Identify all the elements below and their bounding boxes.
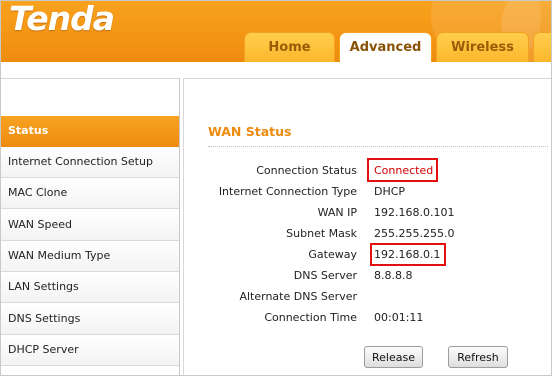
sidebar-item-wan-medium-type[interactable]: WAN Medium Type	[1, 241, 179, 272]
sidebar-item-wan-speed[interactable]: WAN Speed	[1, 210, 179, 241]
sidebar-item-lan-settings[interactable]: LAN Settings	[1, 272, 179, 303]
info-row-alternate-dns-server: Alternate DNS Server	[184, 287, 551, 307]
tab-wireless[interactable]: Wireless	[436, 32, 529, 62]
info-row-gateway: Gateway 192.168.0.1	[184, 245, 551, 265]
sidebar-item-mac-clone[interactable]: MAC Clone	[1, 178, 179, 209]
refresh-button[interactable]: Refresh	[448, 346, 508, 368]
info-label: Internet Connection Type	[218, 185, 357, 198]
info-row-dns-server: DNS Server 8.8.8.8	[184, 266, 551, 286]
tab-wireless-label: Wireless	[451, 40, 514, 55]
sidebar-item-label: MAC Clone	[8, 186, 68, 199]
main-panel: WAN Status Connection Status Connected I…	[183, 78, 551, 375]
info-label: Connection Status	[256, 164, 357, 177]
sidebar-item-internet-connection-setup[interactable]: Internet Connection Setup	[1, 147, 179, 178]
info-value: 255.255.255.0	[374, 227, 455, 240]
sidebar-item-label: DHCP Server	[8, 343, 79, 356]
sidebar-item-dns-settings[interactable]: DNS Settings	[1, 304, 179, 335]
info-row-internet-connection-type: Internet Connection Type DHCP	[184, 182, 551, 202]
info-label: Subnet Mask	[286, 227, 357, 240]
sidebar-menu: Status Internet Connection Setup MAC Clo…	[1, 78, 180, 375]
tenda-logo: Tenda	[9, 0, 115, 38]
info-row-connection-time: Connection Time 00:01:11	[184, 308, 551, 328]
gateway-highlight	[370, 243, 446, 266]
tab-home-label: Home	[268, 40, 311, 55]
sidebar-item-status[interactable]: Status	[1, 116, 179, 147]
info-label: Connection Time	[264, 311, 357, 324]
sidebar-item-label: Internet Connection Setup	[8, 155, 153, 168]
sidebar-item-label: Status	[8, 124, 49, 137]
sub-header-bar	[1, 62, 551, 76]
info-label: Gateway	[308, 248, 357, 261]
tab-advanced[interactable]: Advanced	[339, 32, 432, 63]
info-label: DNS Server	[293, 269, 357, 282]
sidebar-item-dhcp-server[interactable]: DHCP Server	[1, 335, 179, 366]
connection-status-highlight	[367, 158, 438, 182]
section-divider	[208, 146, 548, 147]
tab-more[interactable]	[533, 32, 551, 62]
release-button[interactable]: Release	[364, 346, 423, 368]
info-value: DHCP	[374, 185, 406, 198]
tab-advanced-label: Advanced	[349, 40, 422, 55]
info-label: WAN IP	[317, 206, 357, 219]
header-bar: Tenda Home Advanced Wireless	[1, 0, 551, 71]
tab-home[interactable]: Home	[244, 32, 335, 62]
info-value: 8.8.8.8	[374, 269, 413, 282]
sidebar-header	[1, 78, 179, 117]
info-value: 192.168.0.101	[374, 206, 455, 219]
sidebar-item-label: LAN Settings	[8, 280, 79, 293]
section-title: WAN Status	[208, 124, 292, 139]
info-row-wan-ip: WAN IP 192.168.0.101	[184, 203, 551, 223]
router-admin-window: Tenda Home Advanced Wireless Status Inte…	[0, 0, 552, 376]
info-row-subnet-mask: Subnet Mask 255.255.255.0	[184, 224, 551, 244]
sidebar-item-label: DNS Settings	[8, 312, 81, 325]
sidebar-item-label: WAN Speed	[8, 218, 73, 231]
info-label: Alternate DNS Server	[239, 290, 357, 303]
info-value: 00:01:11	[374, 311, 424, 324]
sidebar-item-label: WAN Medium Type	[8, 249, 111, 262]
